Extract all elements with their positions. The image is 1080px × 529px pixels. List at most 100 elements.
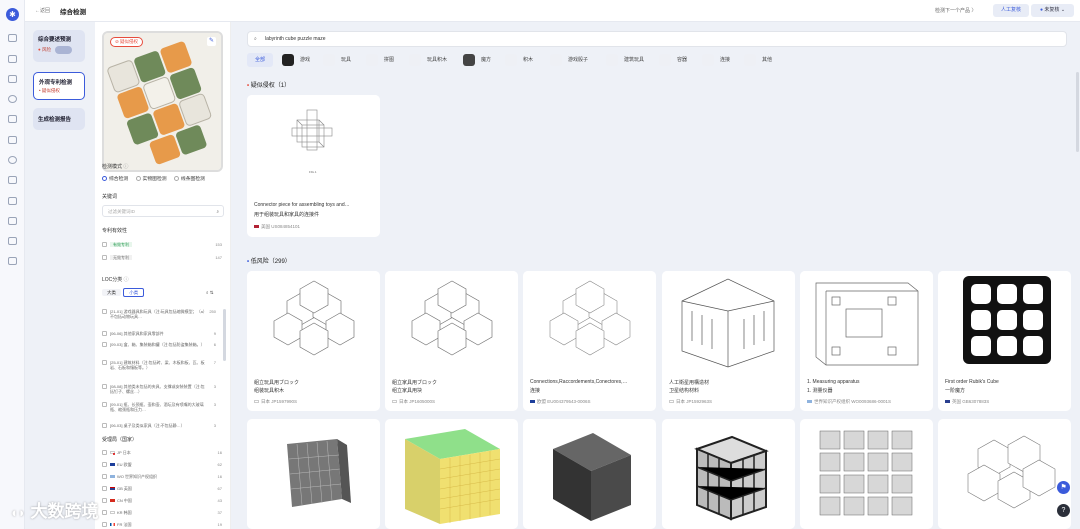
sort-icon[interactable]: ⇅ xyxy=(210,290,214,295)
checkbox[interactable] xyxy=(102,402,107,408)
loc-item[interactable]: [06-06] 其他家具和家具零部件 9 xyxy=(102,331,218,339)
patent-card[interactable] xyxy=(523,419,656,529)
top-bar: ←返回 综合检测 检测下一个产品 〉 人工复核 ● 未复核 ⌄ xyxy=(25,0,1080,22)
nav-icon-6[interactable] xyxy=(8,136,17,144)
nav-icon-5[interactable] xyxy=(8,115,17,123)
category-blocks[interactable]: 积木 xyxy=(503,53,533,67)
keyword-filter-input[interactable]: 过滤关键词ID ⌕ xyxy=(102,205,224,217)
feedback-flag-button[interactable]: ⚑ xyxy=(1057,481,1070,494)
category-toy[interactable]: 玩具 xyxy=(321,53,351,67)
nav-icon-2[interactable] xyxy=(8,55,17,63)
patent-card[interactable]: First order Rubik's Cube 一阶魔方 英国 GB63078… xyxy=(938,271,1071,411)
validity-valid-row[interactable]: 有效专利 153 xyxy=(102,242,224,248)
loc-item[interactable]: [25-01] 建筑材料（注:包括砖、梁、木板和板、瓦、板岩、石板和镶板等。） 7 xyxy=(102,360,218,380)
nav-icon-3[interactable] xyxy=(8,75,17,83)
checkbox[interactable] xyxy=(102,522,107,528)
nav-icon-1[interactable] xyxy=(8,34,17,42)
checkbox[interactable] xyxy=(102,498,107,504)
checkbox[interactable] xyxy=(102,331,107,337)
category-puzzle[interactable]: 拼图 xyxy=(364,53,394,67)
patent-card[interactable] xyxy=(938,419,1071,529)
checkbox[interactable] xyxy=(102,423,107,429)
office-label-text: FR 法国 xyxy=(117,522,132,527)
checkbox[interactable] xyxy=(102,255,107,261)
category-game-dice[interactable]: 游戏骰子 xyxy=(548,53,588,67)
checkbox[interactable] xyxy=(102,474,107,480)
category-magic-cube[interactable]: 魔方 xyxy=(461,53,491,67)
search-icon[interactable]: ⌕ xyxy=(206,290,209,295)
patent-card[interactable] xyxy=(662,419,795,529)
office-item[interactable]: CN 中国 43 xyxy=(102,498,224,504)
search-input[interactable]: ⌕ labyrinth cube puzzle maze xyxy=(247,31,1067,47)
patent-card[interactable]: 組立家具用ブロック 组立家具用块 日本 JP1605000S xyxy=(385,271,518,411)
patent-card[interactable]: 人工衛星用構造材 卫星结构材料 日本 JP1592963S xyxy=(662,271,795,411)
nav-icon-8[interactable] xyxy=(8,176,17,184)
category-label: 玩具 xyxy=(341,57,352,63)
checkbox[interactable] xyxy=(102,360,107,366)
patent-card-suspected[interactable]: FIG.1 Connector piece for assembling toy… xyxy=(247,95,380,237)
category-all[interactable]: 全部 xyxy=(247,53,273,67)
checkbox[interactable] xyxy=(102,309,107,315)
manual-review-button[interactable]: 人工复核 xyxy=(993,4,1029,17)
patent-card[interactable]: 1. Measuring apparatus 1. 测量仪器 世界知识产权组织 … xyxy=(800,271,933,411)
mode-option-line[interactable]: 线条图检测 xyxy=(173,176,205,182)
checkbox[interactable] xyxy=(102,242,107,248)
office-item[interactable]: WO 世界知识产权组织 16 xyxy=(102,474,224,480)
checkbox[interactable] xyxy=(102,486,107,492)
help-button[interactable]: ? xyxy=(1057,504,1070,517)
loc-tab-major[interactable]: 大类 xyxy=(102,289,121,296)
nav-icon-12[interactable] xyxy=(8,257,17,265)
validity-count: 153 xyxy=(215,242,222,247)
toggle-switch[interactable] xyxy=(54,46,72,54)
review-status-dropdown[interactable]: ● 未复核 ⌄ xyxy=(1031,4,1074,17)
category-thumb-icon xyxy=(366,54,378,66)
nav-icon-10[interactable] xyxy=(8,217,17,225)
validity-invalid-row[interactable]: 无效专利 147 xyxy=(102,255,224,261)
next-product-link[interactable]: 检测下一个产品 〉 xyxy=(935,7,976,14)
patent-card[interactable]: Connections,Raccordements,Conectores,… 连… xyxy=(523,271,656,411)
checkbox[interactable] xyxy=(102,510,107,516)
checkbox[interactable] xyxy=(102,462,107,468)
nav-icon-11[interactable] xyxy=(8,237,17,245)
category-toy-blocks[interactable]: 玩具积木 xyxy=(407,53,447,67)
step-report[interactable]: 生成检测报告 xyxy=(33,108,85,130)
patent-card[interactable] xyxy=(800,419,933,529)
loc-item[interactable]: [06-03] 桌子及类似家具（注:不包括静…） 3 xyxy=(102,423,218,430)
mode-option-combined[interactable]: 综合检测 xyxy=(102,176,128,182)
checkbox[interactable] xyxy=(102,384,107,390)
search-icon[interactable]: ⌕ xyxy=(216,206,219,217)
loc-item-count: 3 xyxy=(213,402,216,407)
loc-item[interactable]: [08-08] 其他类未包括的夹具、支撑或安装装置（注:包括钉子、螺丝…） 3 xyxy=(102,384,218,398)
edit-icon[interactable]: ✎ xyxy=(207,37,216,46)
mode-option-photo[interactable]: 实物图检测 xyxy=(135,176,167,182)
office-item[interactable]: JP 日本 16 xyxy=(102,450,224,456)
loc-scrollbar[interactable] xyxy=(223,309,226,361)
checkbox[interactable] xyxy=(102,450,107,456)
patent-card[interactable]: 組立玩具用ブロック 组装玩具积木 日本 JP1597990S xyxy=(247,271,380,411)
app-logo-icon[interactable]: ✱ xyxy=(6,8,19,21)
office-item[interactable]: FR 法国 19 xyxy=(102,522,224,528)
results-scrollbar[interactable] xyxy=(1076,72,1079,152)
office-item[interactable]: EU 欧盟 62 xyxy=(102,462,224,468)
patent-card[interactable] xyxy=(247,419,380,529)
patent-card[interactable] xyxy=(385,419,518,529)
office-item[interactable]: GB 英国 67 xyxy=(102,486,224,492)
office-item[interactable]: KR 韩国 37 xyxy=(102,510,224,516)
nav-icon-9[interactable] xyxy=(8,197,17,205)
category-connector[interactable]: 连接 xyxy=(700,53,730,67)
step-overall-prediction[interactable]: 综合要述预测 ● 风险 xyxy=(33,30,85,62)
category-container[interactable]: 容器 xyxy=(657,53,687,67)
loc-item[interactable]: [21-01] 游戏器具和玩具（注:玩具包括缩微模型；（a）不包括动物玩具… 25… xyxy=(102,309,218,327)
cube-3d-render xyxy=(287,439,351,507)
checkbox[interactable] xyxy=(102,342,107,348)
loc-item[interactable]: [09-03] 盒、箱、集装箱和罐（注:包括防盗集装箱。） 6 xyxy=(102,342,218,356)
category-game[interactable]: 游戏 xyxy=(280,53,310,67)
category-building-toy[interactable]: 建筑玩具 xyxy=(604,53,644,67)
loc-item[interactable]: [09-01] 瓶、长颈瓶、壶和壶、酒坛及有喷嘴的大玻璃瓶、缩颈瓶和压力… 3 xyxy=(102,402,218,421)
loc-tab-minor[interactable]: 小类 xyxy=(123,288,145,297)
category-other[interactable]: 其他 xyxy=(742,53,772,67)
nav-icon-4[interactable] xyxy=(8,95,17,103)
back-link[interactable]: ←返回 xyxy=(35,7,50,14)
nav-icon-7[interactable] xyxy=(8,156,17,164)
step-design-patent[interactable]: 外观专利检测 • 疑似侵权 xyxy=(33,72,85,100)
